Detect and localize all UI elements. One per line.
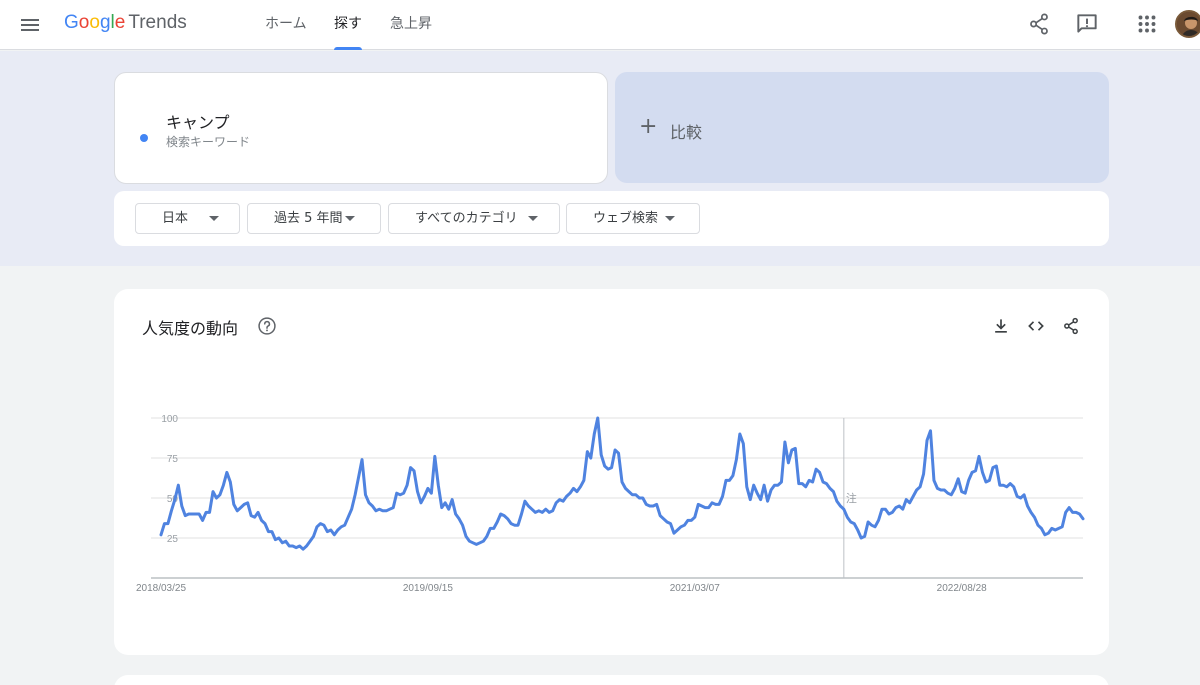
filter-time-range[interactable]: 過去 5 年間 — [247, 203, 381, 234]
tab-home-label: ホーム — [265, 16, 307, 32]
x-tick-label: 2021/03/07 — [670, 583, 720, 594]
compare-button[interactable]: + 比較 — [615, 72, 1109, 183]
next-section-card — [114, 675, 1109, 685]
x-tick-label: 2019/09/15 — [403, 583, 453, 594]
dropdown-caret-icon — [209, 216, 219, 221]
dropdown-caret-icon — [345, 216, 355, 221]
filter-region[interactable]: 日本 — [135, 203, 240, 234]
term-color-dot — [140, 134, 148, 142]
filter-time-range-label: 過去 5 年間 — [274, 211, 343, 226]
share-icon[interactable] — [1026, 11, 1052, 37]
x-tick-label: 2018/03/25 — [136, 583, 186, 594]
filter-category-label: すべてのカテゴリ — [415, 211, 518, 226]
search-term-card[interactable]: キャンプ 検索キーワード — [114, 72, 608, 184]
google-trends-logo[interactable]: Google Trends — [64, 12, 187, 38]
tab-home[interactable]: ホーム — [265, 0, 307, 50]
avatar[interactable] — [1175, 10, 1200, 38]
interest-over-time-card: 人気度の動向 25 50 75 100 注 2018/03/25 2019/09/15 202… — [114, 289, 1109, 655]
filter-search-type-label: ウェブ検索 — [593, 211, 659, 226]
menu-icon[interactable] — [18, 13, 42, 37]
interest-over-time-chart[interactable]: 255075100注2018/03/25 2019/09/15 2021/03/07… — [114, 289, 1109, 655]
compare-label: 比較 — [670, 123, 703, 142]
filter-category[interactable]: すべてのカテゴリ — [388, 203, 560, 234]
y-tick-label: 100 — [161, 414, 178, 425]
filter-region-label: 日本 — [162, 211, 189, 226]
search-term[interactable]: キャンプ — [166, 109, 230, 133]
x-tick-label: 2022/08/28 — [937, 583, 987, 594]
tab-trending-label: 急上昇 — [390, 16, 432, 32]
y-tick-label: 75 — [167, 454, 179, 465]
filter-search-type[interactable]: ウェブ検索 — [566, 203, 700, 234]
y-tick-label: 25 — [167, 534, 179, 545]
dropdown-caret-icon — [665, 216, 675, 221]
filter-bar: 日本 過去 5 年間 すべてのカテゴリ ウェブ検索 — [114, 191, 1109, 246]
dropdown-caret-icon — [528, 216, 538, 221]
search-term-type: 検索キーワード — [166, 135, 251, 149]
plus-icon: + — [639, 114, 658, 139]
active-tab-indicator — [334, 47, 362, 50]
feedback-icon[interactable] — [1074, 11, 1100, 37]
top-bar: Google Trends ホーム 探す 急上昇 — [0, 0, 1200, 50]
logo-product-name: Trends — [128, 12, 187, 33]
apps-icon[interactable] — [1134, 11, 1160, 37]
tab-explore-label: 探す — [334, 16, 362, 32]
annotation-label: 注 — [846, 491, 857, 505]
tab-explore[interactable]: 探す — [334, 0, 362, 50]
series-line-camp — [159, 416, 1085, 551]
tab-trending[interactable]: 急上昇 — [390, 0, 432, 50]
search-section: キャンプ 検索キーワード + 比較 日本 過去 5 年間 すべてのカテゴリ ウェ… — [0, 51, 1200, 266]
